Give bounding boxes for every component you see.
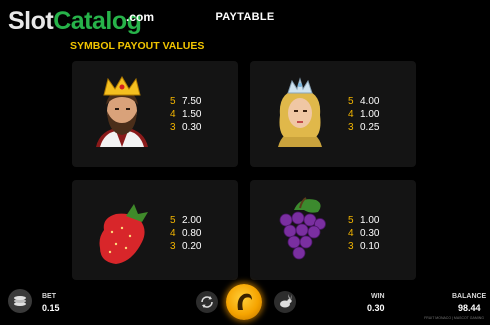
pay-row: 5 2.00 <box>170 214 201 227</box>
page-subtitle: SYMBOL PAYOUT VALUES <box>70 40 205 52</box>
pay-count: 5 <box>170 215 176 226</box>
pay-count: 4 <box>348 228 354 239</box>
pay-row: 3 0.20 <box>170 240 201 253</box>
pay-count: 3 <box>170 122 176 133</box>
queen-pays: 5 4.00 4 1.00 3 0.25 <box>348 95 379 134</box>
turbo-button[interactable] <box>274 291 296 313</box>
pay-value: 0.30 <box>360 228 380 239</box>
spin-button[interactable] <box>226 284 262 320</box>
pay-value: 1.00 <box>360 109 380 120</box>
pay-count: 3 <box>170 241 176 252</box>
pay-row: 4 0.80 <box>170 227 201 240</box>
autoplay-icon <box>201 296 213 308</box>
chips-icon-graphic <box>14 296 26 306</box>
pay-row: 3 0.10 <box>348 240 379 253</box>
pay-count: 3 <box>348 122 354 133</box>
paytable-card-queen: 5 4.00 4 1.00 3 0.25 <box>250 61 416 167</box>
pay-count: 5 <box>348 215 354 226</box>
queen-icon <box>278 77 322 147</box>
pay-value: 2.00 <box>182 215 202 226</box>
pay-count: 4 <box>348 109 354 120</box>
balance-value: 98.44 <box>458 303 481 313</box>
pay-row: 5 1.00 <box>348 214 379 227</box>
pay-row: 4 0.30 <box>348 227 379 240</box>
strawberry-pays: 5 2.00 4 0.80 3 0.20 <box>170 214 201 253</box>
pay-count: 4 <box>170 109 176 120</box>
pay-value: 0.25 <box>360 122 380 133</box>
pay-row: 3 0.25 <box>348 121 379 134</box>
turbo-rabbit-icon <box>280 294 292 308</box>
control-bar: BET 0.15 WIN 0.30 BALANCE 98.44 FRUIT MO… <box>0 284 490 323</box>
pay-count: 3 <box>348 241 354 252</box>
pay-row: 5 7.50 <box>170 95 201 108</box>
strawberry-icon <box>99 204 148 264</box>
bet-value: 0.15 <box>42 303 60 313</box>
balance-label: BALANCE <box>452 293 487 300</box>
pay-value: 0.30 <box>182 122 202 133</box>
pay-count: 5 <box>348 96 354 107</box>
pay-row: 3 0.30 <box>170 121 201 134</box>
chips-icon[interactable] <box>8 289 32 313</box>
pay-row: 5 4.00 <box>348 95 379 108</box>
win-value: 0.30 <box>367 303 385 313</box>
page-title: PAYTABLE <box>215 11 275 23</box>
pay-value: 0.20 <box>182 241 202 252</box>
pay-value: 1.00 <box>360 215 380 226</box>
pay-value: 7.50 <box>182 96 202 107</box>
win-label: WIN <box>371 293 385 300</box>
pay-value: 0.80 <box>182 228 202 239</box>
grapes-icon <box>279 197 326 260</box>
paytable-card-strawberry: 5 2.00 4 0.80 3 0.20 <box>72 180 238 280</box>
autoplay-button[interactable] <box>196 291 218 313</box>
pay-value: 4.00 <box>360 96 380 107</box>
paytable-card-king: 5 7.50 4 1.50 3 0.30 <box>72 61 238 167</box>
pay-count: 5 <box>170 96 176 107</box>
king-icon <box>96 76 148 147</box>
spin-icon <box>237 293 252 310</box>
pay-value: 1.50 <box>182 109 202 120</box>
bet-label: BET <box>42 293 56 300</box>
legal-text: FRUIT MONACO | MASCOT GAMING <box>424 316 484 320</box>
king-pays: 5 7.50 4 1.50 3 0.30 <box>170 95 201 134</box>
grapes-pays: 5 1.00 4 0.30 3 0.10 <box>348 214 379 253</box>
pay-row: 4 1.50 <box>170 108 201 121</box>
pay-count: 4 <box>170 228 176 239</box>
pay-row: 4 1.00 <box>348 108 379 121</box>
pay-value: 0.10 <box>360 241 380 252</box>
paytable-card-grapes: 5 1.00 4 0.30 3 0.10 <box>250 180 416 280</box>
